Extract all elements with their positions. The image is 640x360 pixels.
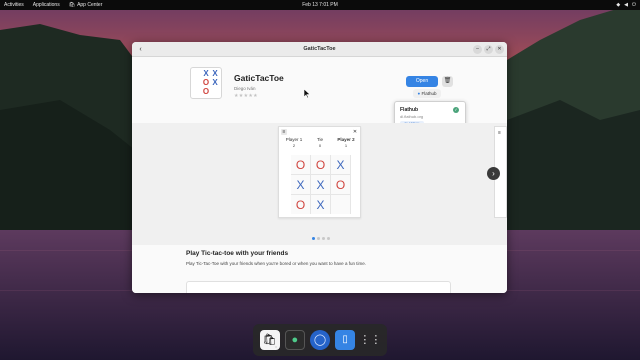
source-selector-button[interactable]: ● Flathub [413, 89, 441, 98]
app-icon: XXOXO [190, 67, 222, 99]
pagination-dot[interactable] [317, 237, 320, 240]
app-center-icon: 🛍 [68, 2, 76, 8]
icon-cell: X [212, 69, 218, 78]
icon-cell: O [202, 87, 210, 96]
pagination-dot[interactable] [327, 237, 330, 240]
chevron-right-icon: › [492, 169, 495, 178]
board-cell: X [291, 175, 310, 194]
source-url: dl.flathub.org [400, 114, 424, 119]
app-center-menu[interactable]: 🛍 App Center [69, 2, 103, 8]
menu-icon: ≡ [498, 130, 501, 136]
description-section: Play Tic-tac-toe with your friends Play … [132, 245, 507, 293]
board-cell: O [331, 175, 350, 194]
selected-check-icon: ✓ [453, 107, 459, 113]
activities-button[interactable]: Activities [4, 2, 24, 8]
applications-menu[interactable]: Applications [33, 2, 60, 8]
close-icon: ✕ [352, 129, 358, 135]
clock[interactable]: Feb 13 7:01 PM [302, 2, 338, 8]
icon-cell: X [212, 78, 218, 87]
uninstall-button[interactable]: 🗑 [442, 76, 453, 87]
player1-score: Player 1 2 [282, 137, 306, 148]
app-name: GaticTacToe [234, 73, 284, 83]
tie-label: Tie [316, 137, 324, 142]
player2-score: Player 2 1 [334, 137, 358, 148]
open-button[interactable]: Open [406, 76, 438, 87]
tie-value: 0 [318, 143, 322, 148]
window-title: GaticTacToe [303, 46, 336, 52]
mouse-cursor-icon [304, 89, 311, 98]
app-author[interactable]: Diego Iván [234, 86, 256, 91]
source-name: Flathub [400, 107, 419, 113]
player1-value: 2 [292, 143, 296, 148]
back-button[interactable]: ‹ [136, 45, 145, 54]
app-center-window: ‹ GaticTacToe – ⤢ ✕ XXOXO GaticTacToe Di… [132, 42, 507, 293]
minimize-button[interactable]: – [473, 45, 482, 54]
player2-label: Player 2 [337, 137, 355, 142]
trash-icon: 🗑 [443, 78, 452, 84]
icon-cell [193, 70, 201, 78]
pagination-dot[interactable] [312, 237, 315, 240]
details-cards [186, 281, 451, 293]
app-screenshot[interactable]: ≡ ✕ Player 1 2 Tie 0 Player 2 1 OOXXXOOX [278, 126, 361, 218]
app-grid-icon[interactable]: ⋮⋮ [359, 330, 381, 350]
board-cell [331, 195, 350, 214]
browser-icon[interactable]: ◯ [309, 330, 330, 350]
board-cell: O [291, 195, 310, 214]
icon-cell: X [203, 69, 209, 78]
close-button[interactable]: ✕ [495, 45, 504, 54]
board-cell: O [311, 155, 330, 174]
icon-cell [193, 88, 201, 96]
network-icon[interactable]: ◆ [616, 2, 620, 8]
app-center-icon[interactable]: 🛍 [259, 330, 280, 350]
menu-icon: ≡ [281, 129, 287, 135]
player2-value: 1 [344, 143, 348, 148]
description-heading: Play Tic-tac-toe with your friends [186, 250, 289, 257]
player1-label: Player 1 [285, 137, 303, 142]
board-cell: X [311, 195, 330, 214]
icon-cell [211, 88, 219, 96]
screenshot-gallery: ≡ ✕ Player 1 2 Tie 0 Player 2 1 OOXXXOOX… [132, 123, 507, 245]
game-board: OOXXXOOX [291, 155, 351, 214]
dock: 🛍 ● ◯ ▯ ⋮⋮ [253, 324, 387, 356]
tie-score: Tie 0 [308, 137, 332, 148]
software-icon[interactable]: ● [284, 330, 305, 350]
text-editor-icon[interactable]: ▯ [335, 330, 356, 350]
maximize-button[interactable]: ⤢ [484, 45, 493, 54]
icon-cell: O [202, 78, 210, 87]
power-icon[interactable]: ⏻ [632, 2, 636, 8]
source-label: Flathub [421, 91, 437, 96]
gallery-pagination [312, 237, 330, 240]
board-cell: O [291, 155, 310, 174]
flathub-icon: ● [417, 91, 421, 96]
titlebar[interactable]: ‹ GaticTacToe – ⤢ ✕ [132, 42, 507, 57]
app-center-label: App Center [77, 2, 103, 8]
next-screenshot-button[interactable]: › [487, 167, 500, 180]
description-body: Play Tic-Tac-Toe with your friends when … [186, 261, 366, 266]
rating-stars: ★★★★★ [234, 93, 258, 99]
running-indicator [274, 346, 277, 348]
volume-icon[interactable]: ◀ [624, 2, 628, 8]
icon-cell [193, 79, 201, 87]
pagination-dot[interactable] [322, 237, 325, 240]
board-cell: X [311, 175, 330, 194]
top-bar: Activities Applications 🛍 App Center Feb… [0, 0, 640, 10]
board-cell: X [331, 155, 350, 174]
